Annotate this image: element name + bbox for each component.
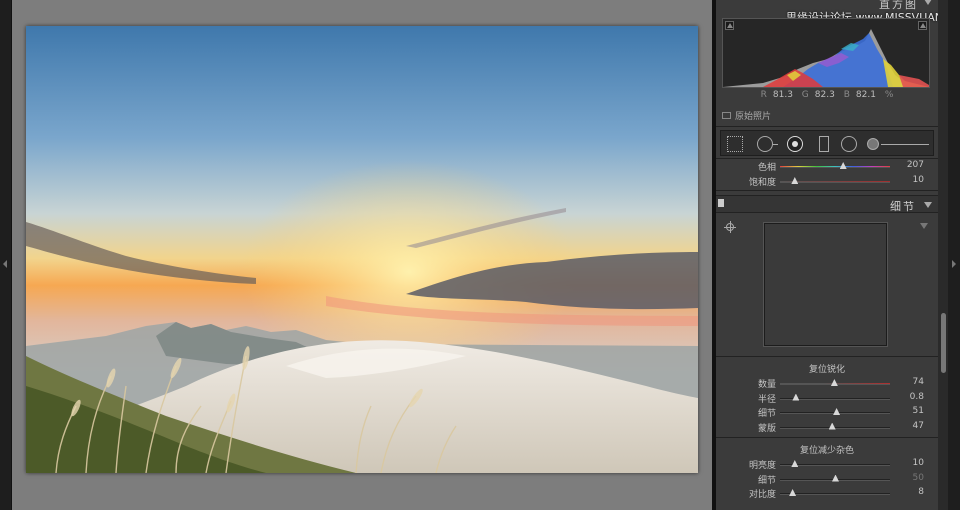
slider-row: 细节 50: [716, 472, 938, 486]
sharpen-reset-title[interactable]: 复位锐化: [716, 362, 938, 375]
graduated-filter-icon[interactable]: [819, 136, 829, 152]
tool-slider-track: [881, 144, 929, 145]
original-photo-toggle[interactable]: 原始照片: [722, 109, 772, 122]
slider-label[interactable]: 明亮度: [749, 458, 776, 471]
slider-value[interactable]: 8: [918, 487, 924, 497]
collapse-triangle-icon[interactable]: [924, 202, 932, 208]
right-panel-toggle[interactable]: [948, 0, 960, 510]
radial-filter-icon[interactable]: [841, 136, 857, 152]
left-panel-toggle[interactable]: [0, 0, 12, 510]
slider-value[interactable]: 0.8: [910, 392, 924, 402]
panel-switch-icon[interactable]: [718, 199, 724, 207]
rgb-b-value: 82.1: [855, 90, 876, 100]
slider-value[interactable]: 10: [913, 458, 924, 468]
rgb-r-value: 81.3: [772, 90, 793, 100]
spot-removal-icon[interactable]: [757, 136, 778, 152]
slider-track[interactable]: [780, 493, 890, 495]
histogram[interactable]: [722, 18, 930, 88]
slider-label[interactable]: 对比度: [749, 487, 776, 500]
separator: [716, 356, 938, 357]
develop-right-panel: 直方图 思缘设计论坛 www.MISSVUAN.COM R81.3 G82.3 …: [716, 0, 938, 510]
slider-value[interactable]: 50: [913, 473, 924, 483]
target-icon[interactable]: [724, 221, 736, 233]
image-preview-area: [12, 0, 712, 510]
panel-scrollbar[interactable]: [938, 0, 948, 510]
separator: [716, 126, 938, 127]
landscape-photo: [26, 26, 698, 473]
detail-section-header[interactable]: 细节: [716, 195, 938, 213]
slider-row: 蒙版 47: [716, 420, 938, 434]
slider-label[interactable]: 数量: [758, 377, 776, 390]
expand-left-icon: [3, 260, 7, 268]
slider-value[interactable]: 47: [913, 421, 924, 431]
slider-row: 饱和度 10: [716, 174, 938, 188]
slider-label[interactable]: 半径: [758, 392, 776, 405]
histogram-graph: [723, 29, 929, 87]
slider-label[interactable]: 细节: [758, 473, 776, 486]
scrollbar-thumb[interactable]: [941, 313, 946, 373]
collapse-right-icon: [952, 260, 956, 268]
rgb-readout: R 81.3 G 82.3 B 82.1 %: [760, 90, 894, 100]
slider-label[interactable]: 细节: [758, 406, 776, 419]
detail-zoom-preview[interactable]: [763, 222, 888, 347]
highlight-clipping-icon[interactable]: [918, 21, 927, 30]
slider-value[interactable]: 207: [907, 160, 924, 170]
slider-value[interactable]: 10: [913, 175, 924, 185]
slider-row: 对比度 8: [716, 486, 938, 500]
slider-track[interactable]: [780, 166, 890, 168]
rgb-g-value: 82.3: [814, 90, 835, 100]
noise-reset-title[interactable]: 复位减少杂色: [716, 443, 938, 456]
slider-row: 数量 74: [716, 376, 938, 390]
red-eye-icon[interactable]: [787, 136, 803, 152]
detail-title: 细节: [890, 200, 916, 213]
slider-label[interactable]: 色相: [758, 160, 776, 173]
separator: [716, 190, 938, 191]
adjustment-brush-icon[interactable]: [867, 138, 879, 150]
slider-value[interactable]: 74: [913, 377, 924, 387]
slider-row: 半径 0.8: [716, 391, 938, 405]
slider-value[interactable]: 51: [913, 406, 924, 416]
slider-row: 明亮度 10: [716, 457, 938, 471]
original-photo-checkbox[interactable]: [722, 111, 731, 119]
lightroom-develop-window: 直方图 思缘设计论坛 www.MISSVUAN.COM R81.3 G82.3 …: [0, 0, 960, 510]
collapse-triangle-icon[interactable]: [924, 0, 932, 5]
separator: [716, 437, 938, 438]
tool-strip: [720, 130, 934, 156]
slider-row: 色相 207: [716, 159, 938, 173]
crop-overlay-icon[interactable]: [727, 136, 743, 152]
original-photo-label: 原始照片: [735, 111, 772, 122]
preview-clipping-icon[interactable]: [920, 223, 928, 229]
slider-row: 细节 51: [716, 405, 938, 419]
photo-preview[interactable]: [26, 26, 698, 473]
shadow-clipping-icon[interactable]: [725, 21, 734, 30]
slider-label[interactable]: 蒙版: [758, 421, 776, 434]
detail-preview-area: [716, 214, 938, 354]
slider-label[interactable]: 饱和度: [749, 175, 776, 188]
